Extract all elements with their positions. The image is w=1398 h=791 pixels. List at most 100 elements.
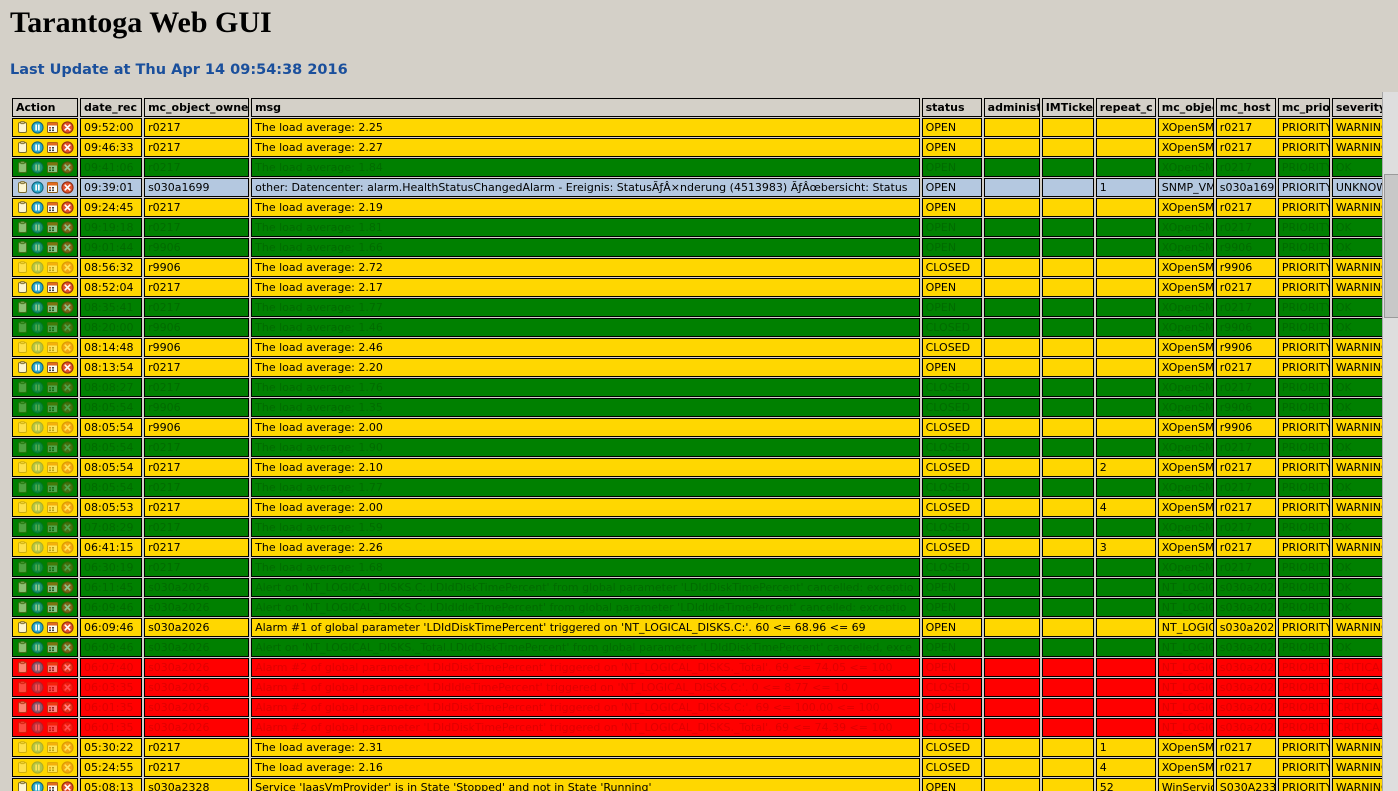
table-row[interactable]: 08:05:53 r0217 The load average: 2.00 CLOSE… [12,498,1385,517]
clipboard-icon[interactable] [16,701,29,714]
clipboard-icon[interactable] [16,261,29,274]
table-row[interactable]: 08:20:00 r9906 The load average: 1.46 CLOSE… [12,318,1385,337]
ticket-icon[interactable] [46,281,59,294]
column-header-admin[interactable]: administr [983,98,1040,117]
ticket-icon[interactable] [46,781,59,791]
ticket-icon[interactable] [46,321,59,334]
close-icon[interactable] [61,141,74,154]
close-icon[interactable] [61,641,74,654]
column-header-action[interactable]: Action [12,98,79,117]
clipboard-icon[interactable] [16,281,29,294]
close-icon[interactable] [61,761,74,774]
close-icon[interactable] [61,581,74,594]
table-row[interactable]: 06:07:40 s030a2026 Alarm #2 of global para… [12,658,1385,677]
clipboard-icon[interactable] [16,641,29,654]
table-row[interactable]: 06:01:35 s030a2026 Alarm #2 of global para… [12,698,1385,717]
close-icon[interactable] [61,661,74,674]
table-row[interactable]: 09:39:01 s030a1699 other: Datencenter: ala… [12,178,1385,197]
pause-icon[interactable] [31,181,44,194]
close-icon[interactable] [61,681,74,694]
column-header-msg[interactable]: msg [251,98,920,117]
scrollbar-thumb[interactable] [1384,174,1398,318]
column-header-priority[interactable]: mc_priori [1277,98,1330,117]
table-row[interactable]: 09:46:33 r0217 The load average: 2.27 OPEN X… [12,138,1385,157]
ticket-icon[interactable] [46,641,59,654]
ticket-icon[interactable] [46,541,59,554]
pause-icon[interactable] [31,781,44,791]
clipboard-icon[interactable] [16,681,29,694]
close-icon[interactable] [61,701,74,714]
table-row[interactable]: 08:52:04 r0217 The load average: 2.17 OPEN X… [12,278,1385,297]
clipboard-icon[interactable] [16,761,29,774]
close-icon[interactable] [61,461,74,474]
clipboard-icon[interactable] [16,781,29,791]
column-header-severity[interactable]: severity [1331,98,1385,117]
ticket-icon[interactable] [46,441,59,454]
clipboard-icon[interactable] [16,141,29,154]
clipboard-icon[interactable] [16,481,29,494]
pause-icon[interactable] [31,581,44,594]
table-row[interactable]: 09:24:45 r0217 The load average: 2.19 OPEN X… [12,198,1385,217]
table-row[interactable]: 06:41:15 r0217 The load average: 2.26 CLOSE… [12,538,1385,557]
ticket-icon[interactable] [46,481,59,494]
clipboard-icon[interactable] [16,661,29,674]
pause-icon[interactable] [31,321,44,334]
table-row[interactable]: 06:03:35 s030a2026 Alarm #1 of global para… [12,678,1385,697]
ticket-icon[interactable] [46,721,59,734]
clipboard-icon[interactable] [16,721,29,734]
pause-icon[interactable] [31,461,44,474]
ticket-icon[interactable] [46,461,59,474]
pause-icon[interactable] [31,421,44,434]
pause-icon[interactable] [31,201,44,214]
table-row[interactable]: 08:08:27 r0217 The load average: 1.76 CLOSE… [12,378,1385,397]
ticket-icon[interactable] [46,421,59,434]
close-icon[interactable] [61,441,74,454]
clipboard-icon[interactable] [16,221,29,234]
clipboard-icon[interactable] [16,601,29,614]
close-icon[interactable] [61,421,74,434]
ticket-icon[interactable] [46,621,59,634]
clipboard-icon[interactable] [16,741,29,754]
column-header-imticket[interactable]: IMTicket [1041,98,1094,117]
clipboard-icon[interactable] [16,321,29,334]
column-header-host[interactable]: mc_host [1215,98,1276,117]
table-row[interactable]: 08:05:54 r9906 The load average: 2.00 CLOSE… [12,418,1385,437]
pause-icon[interactable] [31,701,44,714]
clipboard-icon[interactable] [16,621,29,634]
column-header-object[interactable]: mc_objec [1157,98,1214,117]
table-row[interactable]: 09:41:06 r0217 The load average: 1.84 OPEN X… [12,158,1385,177]
table-row[interactable]: 06:30:19 r0217 The load average: 1.68 CLOSE… [12,558,1385,577]
clipboard-icon[interactable] [16,421,29,434]
ticket-icon[interactable] [46,341,59,354]
table-row[interactable]: 09:01:44 r9906 The load average: 1.66 OPEN X… [12,238,1385,257]
table-row[interactable]: 06:09:46 s030a2026 Alert on 'NT_LOGICAL_DI… [12,638,1385,657]
pause-icon[interactable] [31,561,44,574]
close-icon[interactable] [61,621,74,634]
close-icon[interactable] [61,341,74,354]
clipboard-icon[interactable] [16,381,29,394]
ticket-icon[interactable] [46,761,59,774]
close-icon[interactable] [61,261,74,274]
close-icon[interactable] [61,401,74,414]
close-icon[interactable] [61,301,74,314]
ticket-icon[interactable] [46,121,59,134]
pause-icon[interactable] [31,341,44,354]
clipboard-icon[interactable] [16,461,29,474]
pause-icon[interactable] [31,381,44,394]
table-row[interactable]: 06:01:35 s030a2026 Alarm #2 of global para… [12,718,1385,737]
close-icon[interactable] [61,281,74,294]
close-icon[interactable] [61,721,74,734]
vertical-scrollbar[interactable] [1382,92,1398,791]
clipboard-icon[interactable] [16,161,29,174]
table-row[interactable]: 09:19:18 r0217 The load average: 1.81 OPEN X… [12,218,1385,237]
clipboard-icon[interactable] [16,561,29,574]
close-icon[interactable] [61,161,74,174]
close-icon[interactable] [61,501,74,514]
table-row[interactable]: 07:08:29 r0217 The load average: 1.59 CLOSE… [12,518,1385,537]
clipboard-icon[interactable] [16,241,29,254]
close-icon[interactable] [61,121,74,134]
ticket-icon[interactable] [46,241,59,254]
close-icon[interactable] [61,521,74,534]
close-icon[interactable] [61,741,74,754]
clipboard-icon[interactable] [16,121,29,134]
